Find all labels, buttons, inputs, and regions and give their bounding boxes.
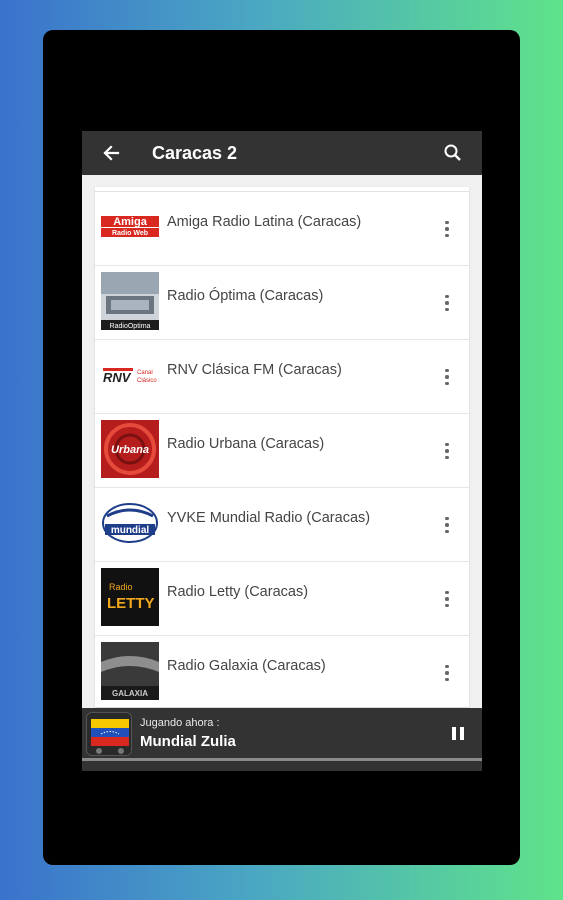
svg-text:Urbana: Urbana	[111, 444, 149, 456]
list-item[interactable]: GALAXIA Radio Galaxia (Caracas)	[95, 636, 469, 707]
more-vert-icon	[445, 294, 449, 299]
list-item[interactable]: RadioOptima Radio Óptima (Caracas)	[95, 266, 469, 340]
list-item[interactable]: RNV Canal Clásico RNV Clásica FM (Caraca…	[95, 340, 469, 414]
station-name: RNV Clásica FM (Caracas)	[167, 362, 342, 378]
svg-text:Amiga: Amiga	[113, 216, 148, 228]
station-logo-urbana: Urbana	[101, 420, 159, 478]
page-title: Caracas 2	[152, 143, 238, 163]
now-playing-title: Mundial Zulia	[140, 733, 236, 750]
station-logo-galaxia: GALAXIA	[101, 642, 159, 700]
more-options-button[interactable]	[437, 660, 457, 686]
pause-button[interactable]	[448, 723, 468, 743]
player-bottom-strip	[82, 761, 482, 771]
svg-text:mundial: mundial	[111, 525, 150, 536]
svg-text:RNV: RNV	[103, 370, 132, 385]
more-options-button[interactable]	[437, 290, 457, 316]
back-button[interactable]	[96, 138, 126, 168]
list-item[interactable]: Urbana Radio Urbana (Caracas)	[95, 414, 469, 488]
svg-text:Radio: Radio	[109, 582, 133, 592]
station-logo-mundial: mundial	[101, 494, 159, 552]
svg-text:Clásico: Clásico	[137, 378, 157, 384]
more-vert-icon	[445, 590, 449, 595]
list-item[interactable]: Radio LETTY Radio Letty (Caracas)	[95, 562, 469, 636]
station-name: Amiga Radio Latina (Caracas)	[167, 214, 362, 230]
app-screen: Caracas 2 Amiga Radio Web Amiga Radio La…	[82, 131, 482, 771]
now-playing-logo	[86, 712, 132, 756]
station-list: Amiga Radio Web Amiga Radio Latina (Cara…	[95, 187, 469, 707]
arrow-back-icon	[103, 145, 120, 161]
more-options-button[interactable]	[437, 586, 457, 612]
pause-icon	[452, 726, 456, 740]
station-name: YVKE Mundial Radio (Caracas)	[167, 510, 371, 526]
search-button[interactable]	[438, 138, 468, 168]
more-vert-icon	[445, 664, 449, 669]
svg-text:Radio Web: Radio Web	[112, 230, 148, 237]
station-logo-letty: Radio LETTY	[101, 568, 159, 626]
more-options-button[interactable]	[437, 512, 457, 538]
svg-text:Canal: Canal	[137, 370, 153, 376]
station-logo-optima: RadioOptima	[101, 272, 159, 330]
toolbar: Caracas 2	[82, 131, 482, 175]
now-playing-label: Jugando ahora :	[140, 717, 220, 729]
more-options-button[interactable]	[437, 216, 457, 242]
station-logo-amiga: Amiga Radio Web	[101, 198, 159, 256]
more-vert-icon	[445, 220, 449, 225]
more-vert-icon	[445, 368, 449, 373]
svg-text:LETTY: LETTY	[107, 595, 155, 612]
station-name: Radio Letty (Caracas)	[167, 584, 309, 600]
svg-text:RadioOptima: RadioOptima	[110, 323, 151, 330]
station-name: Radio Galaxia (Caracas)	[167, 658, 326, 674]
list-item[interactable]: mundial YVKE Mundial Radio (Caracas)	[95, 488, 469, 562]
more-options-button[interactable]	[437, 438, 457, 464]
list-item[interactable]: Amiga Radio Web Amiga Radio Latina (Cara…	[95, 192, 469, 266]
svg-text:GALAXIA: GALAXIA	[112, 689, 148, 698]
station-logo-rnv: RNV Canal Clásico	[101, 346, 159, 404]
search-icon	[444, 144, 461, 161]
station-name: Radio Urbana (Caracas)	[167, 436, 325, 452]
station-name: Radio Óptima (Caracas)	[167, 288, 324, 304]
more-vert-icon	[445, 516, 449, 521]
now-playing-bar[interactable]: Jugando ahora : Mundial Zulia	[82, 708, 482, 758]
more-options-button[interactable]	[437, 364, 457, 390]
more-vert-icon	[445, 442, 449, 447]
